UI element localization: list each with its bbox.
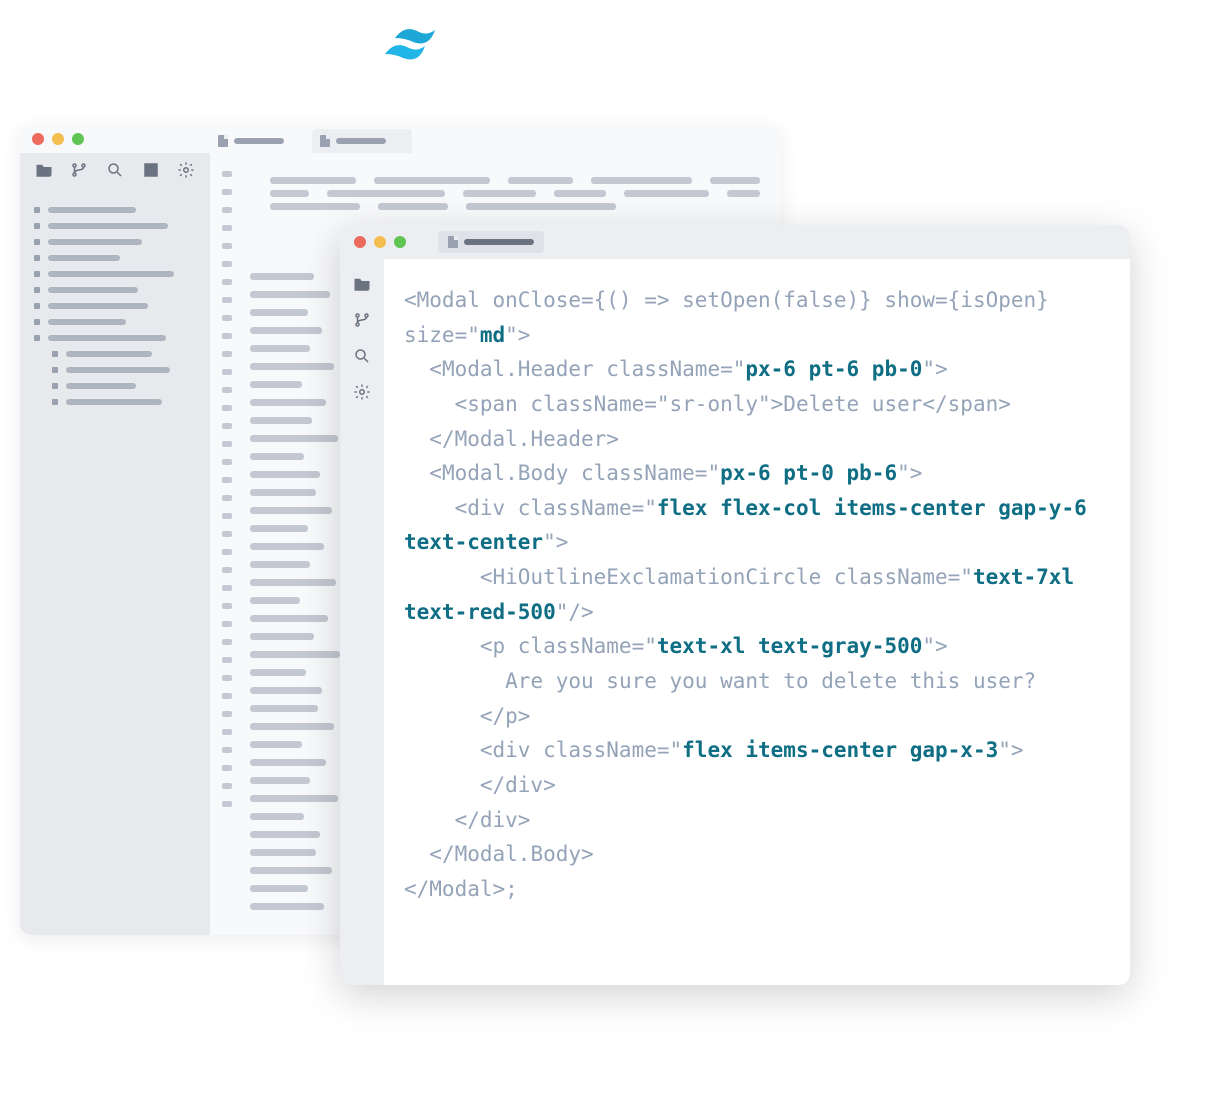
close-icon[interactable] xyxy=(32,133,44,145)
search-icon[interactable] xyxy=(353,347,371,365)
folder-icon[interactable] xyxy=(353,275,371,293)
front-activity-bar xyxy=(340,259,384,985)
branch-icon[interactable] xyxy=(353,311,371,329)
extensions-icon[interactable] xyxy=(142,161,160,179)
file-tree-item[interactable] xyxy=(34,351,196,357)
gear-icon[interactable] xyxy=(177,161,195,179)
file-tree-sidebar[interactable] xyxy=(20,187,210,935)
front-active-tab[interactable] xyxy=(438,231,544,253)
back-window-tabs xyxy=(210,125,412,153)
file-tree-item[interactable] xyxy=(34,383,196,389)
file-tree-item[interactable] xyxy=(34,319,196,325)
close-icon[interactable] xyxy=(354,236,366,248)
gear-icon[interactable] xyxy=(353,383,371,401)
branch-icon[interactable] xyxy=(70,161,88,179)
file-tree-item[interactable] xyxy=(34,207,196,213)
back-sidebar-toolbar xyxy=(20,153,210,187)
minimize-icon[interactable] xyxy=(374,236,386,248)
file-tree-item[interactable] xyxy=(34,239,196,245)
search-icon[interactable] xyxy=(106,161,124,179)
file-tree-item[interactable] xyxy=(34,303,196,309)
maximize-icon[interactable] xyxy=(394,236,406,248)
front-window-titlebar xyxy=(340,225,1130,259)
file-tree-item[interactable] xyxy=(34,255,196,261)
tailwind-logo-icon xyxy=(375,20,455,68)
file-tree-item[interactable] xyxy=(34,271,196,277)
file-tree-item[interactable] xyxy=(34,223,196,229)
back-tab-2[interactable] xyxy=(312,129,412,153)
back-tab-1[interactable] xyxy=(210,129,310,153)
file-icon xyxy=(218,135,228,147)
file-icon xyxy=(448,236,458,248)
minimize-icon[interactable] xyxy=(52,133,64,145)
file-tree-item[interactable] xyxy=(34,399,196,405)
code-editor-content[interactable]: <Modal onClose={() => setOpen(false)} sh… xyxy=(384,259,1130,985)
maximize-icon[interactable] xyxy=(72,133,84,145)
file-tree-item[interactable] xyxy=(34,335,196,341)
folder-icon[interactable] xyxy=(35,161,53,179)
foreground-code-window: <Modal onClose={() => setOpen(false)} sh… xyxy=(340,225,1130,985)
file-icon xyxy=(320,135,330,147)
file-tree-item[interactable] xyxy=(34,287,196,293)
file-tree-item[interactable] xyxy=(34,367,196,373)
